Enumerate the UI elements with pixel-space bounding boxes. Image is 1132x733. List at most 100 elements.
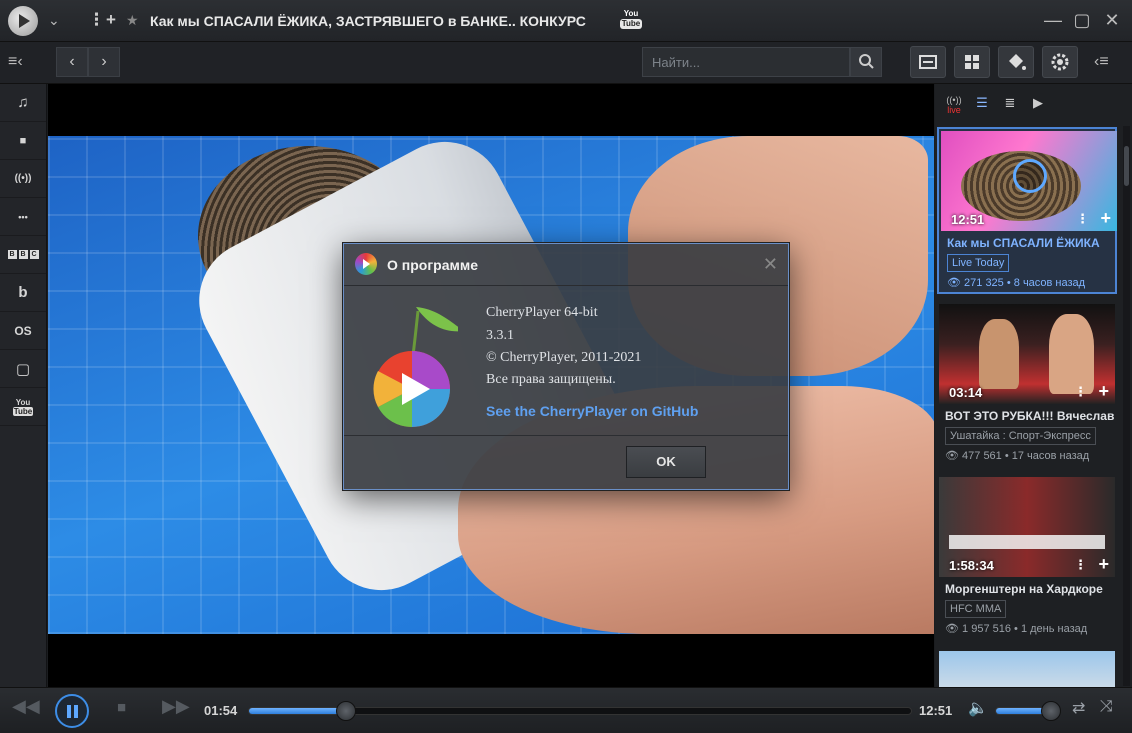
settings-button[interactable] <box>1042 46 1078 78</box>
add-icon[interactable]: + <box>106 10 116 30</box>
add-to-playlist-icon[interactable]: + <box>1098 381 1109 402</box>
video-thumbnail: 1:58:34 ⋮ + <box>939 477 1115 577</box>
bandcamp-icon: b <box>18 284 28 301</box>
bbc-icon-letter: B <box>7 250 17 259</box>
sidebar-item-radio[interactable]: ((•)) <box>0 160 46 198</box>
upload-age: 1 день назад <box>1020 623 1088 635</box>
maximize-button[interactable]: ▢ <box>1072 10 1092 30</box>
minimize-button[interactable]: — <box>1043 10 1063 30</box>
skin-button[interactable] <box>998 46 1034 78</box>
channel-name[interactable]: HFC MMA <box>945 600 1007 618</box>
transport-bar: ◀◀ ■ ▶▶ 01:54 12:51 🔈 ⇄ ⤨ <box>0 687 1132 733</box>
twitch-icon: ▢ <box>15 360 31 378</box>
music-icon: ♫ <box>17 94 29 111</box>
repeat-icon[interactable]: ⇄ <box>1072 698 1085 718</box>
item-menu-icon[interactable]: ⋮ <box>1074 557 1087 573</box>
channel-name[interactable]: Live Today <box>947 254 1010 272</box>
fast-forward-icon[interactable]: ▶▶ <box>162 696 190 717</box>
github-link[interactable]: See the CherryPlayer on GitHub <box>486 403 698 419</box>
dialog-close-icon[interactable]: ✕ <box>763 254 778 275</box>
toolbar: ≡‹ ‹ › Найти... ‹≡ <box>0 42 1132 84</box>
chevron-down-icon[interactable]: ⌄ <box>48 12 60 29</box>
search-button[interactable] <box>850 47 882 77</box>
menu-dots-icon[interactable]: ⋮ <box>88 10 105 30</box>
radio-icon: ((•)) <box>14 173 32 184</box>
video-duration: 1:58:34 <box>949 558 994 573</box>
views-icon: 👁 <box>945 623 959 635</box>
dialog-divider <box>344 435 788 436</box>
view-count: 477 561 <box>962 450 1002 462</box>
playlist-scrollbar-thumb[interactable] <box>1124 146 1129 186</box>
source-sidebar: ♫ ■ ((•)) ••• BBC b OS ▢ You Tube <box>0 84 47 687</box>
sidebar-item-bbc[interactable]: BBC <box>0 236 46 274</box>
volume-handle[interactable] <box>1040 701 1061 721</box>
volume-icon[interactable]: 🔈 <box>968 698 988 718</box>
add-to-playlist-icon[interactable]: + <box>1098 554 1109 575</box>
video-title: Как мы СПАСАЛИ ЁЖИКА <box>947 236 1100 250</box>
title-bar: ⌄ ⋮ + ★ Как мы СПАСАЛИ ЁЖИКА, ЗАСТРЯВШЕГ… <box>0 0 1132 42</box>
tab-thumbnails[interactable]: ▶ <box>1029 95 1047 111</box>
sidebar-toggle-icon[interactable]: ≡‹ <box>8 53 23 71</box>
view-count: 271 325 <box>964 277 1004 289</box>
view-count: 1 957 516 <box>962 623 1011 635</box>
sidebar-item-video[interactable]: ■ <box>0 122 46 160</box>
tab-live[interactable]: ((•)) live <box>945 95 963 115</box>
about-dialog: О программе ✕ CherryPlayer 64-bit 3.3.1 … <box>343 243 789 490</box>
bbc-icon-letter: B <box>18 250 28 259</box>
views-icon: 👁 <box>947 277 961 289</box>
playlist-toggle-icon[interactable]: ‹≡ <box>1094 53 1109 71</box>
star-icon[interactable]: ★ <box>126 12 139 29</box>
playlist-item[interactable] <box>937 649 1117 687</box>
upload-age: 17 часов назад <box>1011 450 1090 462</box>
upload-age: 8 часов назад <box>1013 277 1086 289</box>
playlist-scrollbar[interactable] <box>1123 126 1130 686</box>
sidebar-item-youtube[interactable]: You Tube <box>0 388 46 426</box>
tab-list-compact[interactable]: ≣ <box>1001 95 1019 111</box>
dialog-title: О программе <box>387 257 479 273</box>
seek-handle[interactable] <box>336 701 357 721</box>
close-button[interactable]: ✕ <box>1102 10 1122 30</box>
grid-view-button[interactable] <box>954 46 990 78</box>
playlist-item[interactable]: 1:58:34 ⋮ + Моргенштерн на Хардкоре HFC … <box>937 475 1117 638</box>
more-icon: ••• <box>18 211 28 222</box>
playlist-item[interactable]: 12:51 ⋮ + Как мы СПАСАЛИ ЁЖИКА Live Toda… <box>937 127 1117 294</box>
bbc-icon-letter: C <box>29 250 39 259</box>
playlist-tabs: ((•)) live ☰ ≣ ▶ <box>935 84 1132 122</box>
dialog-header: О программе ✕ <box>344 244 788 286</box>
thumbnail-art <box>979 319 1019 389</box>
channel-name[interactable]: Ушатайка : Спорт-Экспресс <box>945 427 1096 445</box>
thumbnail-art <box>1049 314 1094 394</box>
video-thumbnail: 12:51 ⋮ + <box>941 131 1117 231</box>
pause-button[interactable] <box>55 694 89 728</box>
current-time: 01:54 <box>204 703 238 718</box>
rewind-icon[interactable]: ◀◀ <box>12 696 40 717</box>
lastfm-icon: OS <box>14 323 32 338</box>
ok-button[interactable]: OK <box>626 446 706 478</box>
video-thumbnail <box>939 651 1115 687</box>
shuffle-icon[interactable]: ⤨ <box>1100 698 1113 716</box>
item-menu-icon[interactable]: ⋮ <box>1076 211 1089 227</box>
views-icon: 👁 <box>945 450 959 462</box>
seek-progress <box>249 708 347 714</box>
playlist-item[interactable]: 03:14 ⋮ + ВОТ ЭТО РУБКА!!! Вячеслав Ушат… <box>937 302 1117 465</box>
stop-icon[interactable]: ■ <box>117 699 126 716</box>
sidebar-item-twitch[interactable]: ▢ <box>0 350 46 388</box>
sidebar-item-lastfm[interactable]: OS <box>0 312 46 350</box>
back-button[interactable]: ‹ <box>56 47 88 77</box>
app-logo-icon[interactable] <box>8 6 38 36</box>
video-meta: 👁 477 561 • 17 часов назад <box>945 450 1090 462</box>
forward-button[interactable]: › <box>88 47 120 77</box>
subtitles-button[interactable] <box>910 46 946 78</box>
item-menu-icon[interactable]: ⋮ <box>1074 384 1087 400</box>
video-duration: 03:14 <box>949 385 983 400</box>
subtitles-icon <box>919 55 937 69</box>
sidebar-item-more[interactable]: ••• <box>0 198 46 236</box>
gear-icon <box>1051 53 1069 71</box>
sidebar-item-music[interactable]: ♫ <box>0 84 46 122</box>
add-to-playlist-icon[interactable]: + <box>1100 208 1111 229</box>
cherry-logo-icon <box>373 307 458 428</box>
sidebar-item-bandcamp[interactable]: b <box>0 274 46 312</box>
search-input[interactable]: Найти... <box>642 47 850 77</box>
product-version: 3.3.1 <box>486 328 514 343</box>
tab-list-detailed[interactable]: ☰ <box>973 95 991 111</box>
